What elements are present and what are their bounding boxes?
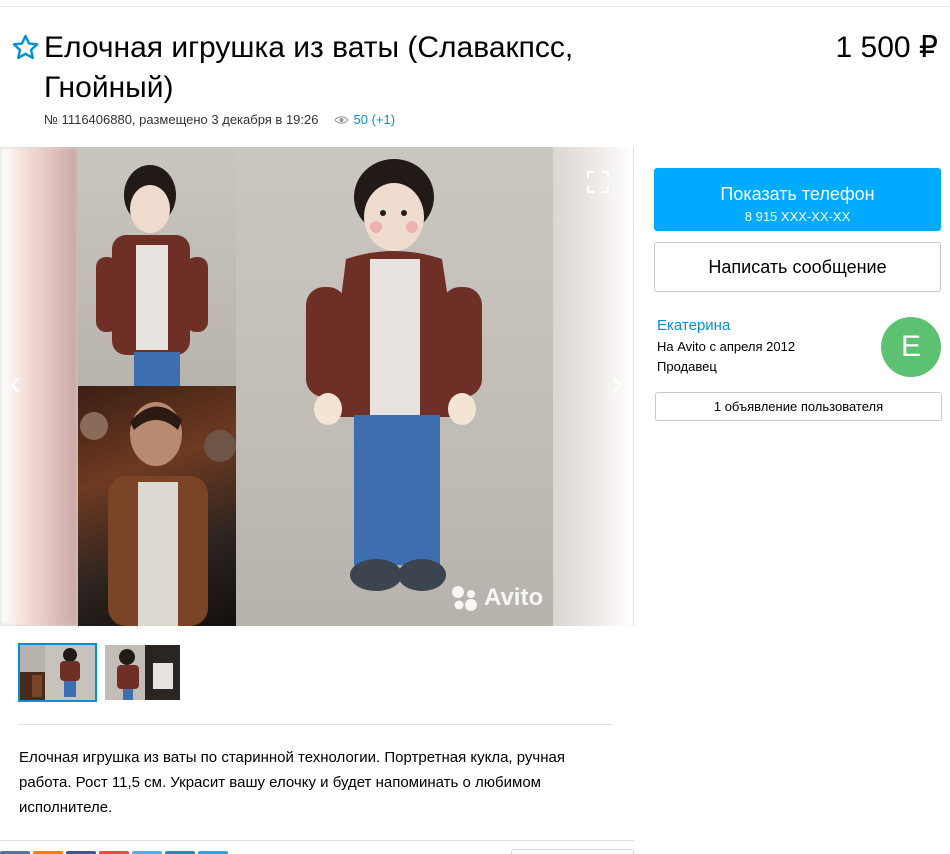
listing-title: Елочная игрушка из ваты (Славакпсс, Гной… bbox=[44, 31, 574, 104]
seller-ads-button[interactable]: 1 объявление пользователя bbox=[655, 392, 942, 421]
chevron-right-icon[interactable] bbox=[607, 375, 627, 395]
photo-collage-top-left bbox=[78, 147, 236, 386]
complaint-button[interactable] bbox=[511, 849, 634, 854]
show-phone-button[interactable]: Показать телефон 8 915 XXX-XX-XX bbox=[654, 168, 941, 231]
avatar[interactable]: E bbox=[881, 317, 941, 377]
phone-masked: 8 915 XXX-XX-XX bbox=[744, 209, 851, 224]
star-icon[interactable] bbox=[11, 33, 40, 62]
seller-role: Продавец bbox=[657, 359, 717, 374]
thumbnail-2[interactable] bbox=[105, 645, 180, 700]
thumbnail-strip bbox=[18, 643, 180, 702]
views-count[interactable]: 50 (+1) bbox=[354, 112, 396, 127]
listing-description: Елочная игрушка из ваты по старинной тех… bbox=[19, 749, 565, 816]
seller-name[interactable]: Екатерина bbox=[657, 317, 730, 334]
top-divider bbox=[0, 6, 950, 7]
show-phone-label: Показать телефон bbox=[720, 184, 875, 204]
main-photo[interactable] bbox=[78, 147, 554, 626]
listing-meta: № 1116406880, размещено 3 декабря в 19:2… bbox=[44, 112, 395, 127]
avito-logo-icon bbox=[452, 586, 477, 611]
content-bottom-border bbox=[0, 840, 634, 841]
thumbnail-1[interactable] bbox=[18, 643, 97, 702]
listing-price: 1 500 ₽ bbox=[835, 31, 939, 64]
seller-since: На Avito с апреля 2012 bbox=[657, 339, 796, 354]
photo-gallery[interactable]: Avito bbox=[0, 147, 634, 626]
avito-watermark: Avito bbox=[450, 584, 543, 612]
watermark-text: Avito bbox=[484, 584, 544, 611]
photo-collage-bottom-left bbox=[78, 386, 236, 626]
chevron-left-icon[interactable] bbox=[6, 375, 26, 395]
content-divider bbox=[18, 724, 613, 725]
fullscreen-icon[interactable] bbox=[585, 169, 611, 195]
write-message-button[interactable]: Написать сообщение bbox=[654, 242, 941, 292]
photo-main-figure bbox=[236, 147, 554, 626]
eye-icon bbox=[333, 115, 349, 124]
listing-meta-text: № 1116406880, размещено 3 декабря в 19:2… bbox=[44, 112, 319, 127]
